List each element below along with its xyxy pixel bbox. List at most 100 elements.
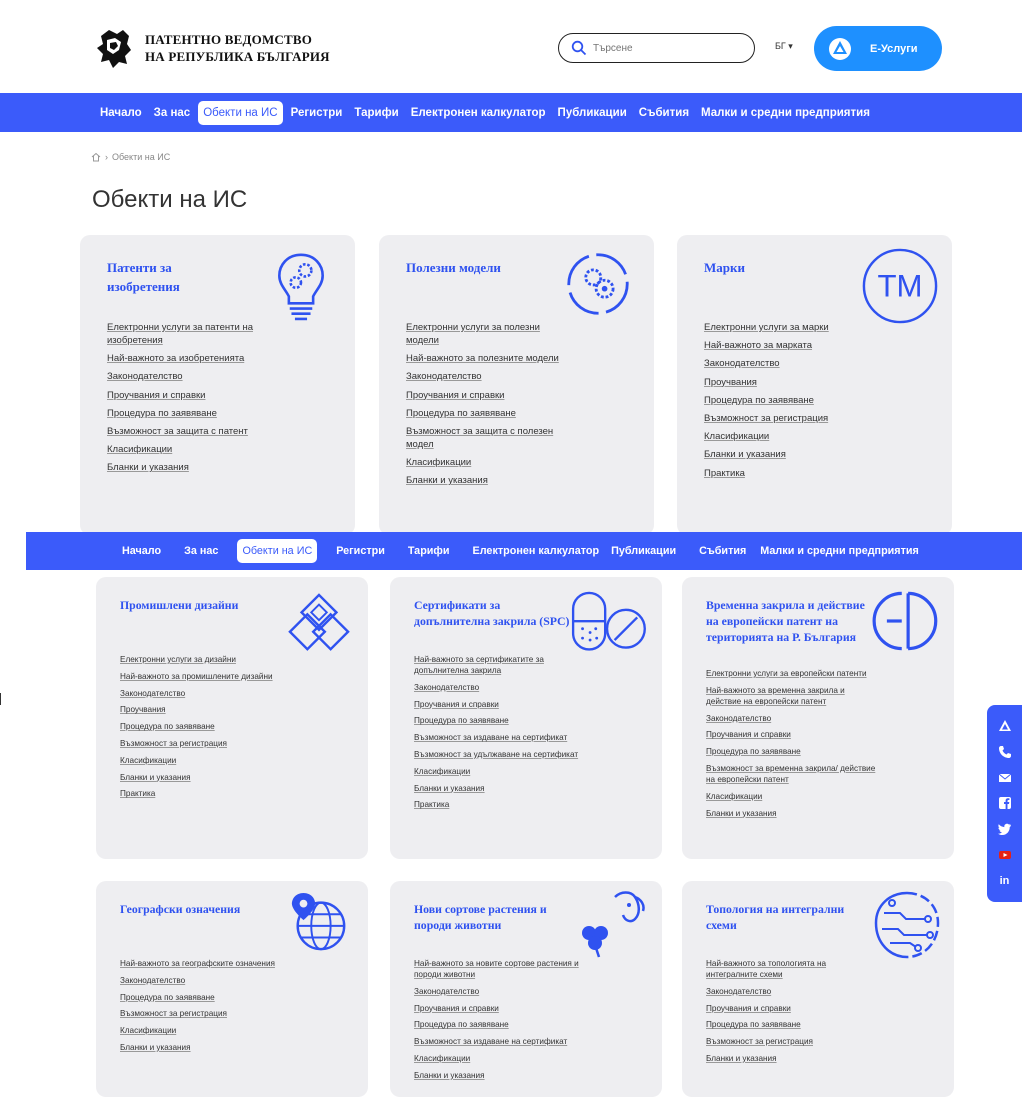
twitter-icon[interactable] (997, 822, 1012, 836)
card-link[interactable]: Процедура по заявяване (107, 407, 272, 420)
nav-item-calculator[interactable]: Електронен калкулатор (407, 107, 550, 119)
card-title[interactable]: Топология на интегрални схеми (706, 901, 846, 933)
card-title[interactable]: Патенти за изобретения (107, 258, 227, 296)
card-link[interactable]: Най-важното за сертификатите за допълнит… (414, 654, 584, 676)
card-link[interactable]: Проучвания и справки (706, 729, 876, 740)
card-link[interactable]: Процедура по заявяване (414, 715, 584, 726)
card-link[interactable]: Бланки и указания (706, 1053, 876, 1064)
nav-item-events[interactable]: Събития (695, 545, 750, 557)
card-link[interactable]: Бланки и указания (406, 474, 571, 487)
eservices-button[interactable]: Е-Услуги (814, 26, 942, 71)
card-title[interactable]: Промишлени дизайни (120, 597, 280, 613)
nav-item-fees[interactable]: Тарифи (404, 545, 454, 557)
card-link[interactable]: Класификации (414, 1053, 584, 1064)
card-link[interactable]: Най-важното за топологията на интегрални… (706, 958, 876, 980)
site-logo[interactable]: ПАТЕНТНО ВЕДОМСТВО НА РЕПУБЛИКА БЪЛГАРИЯ (93, 26, 330, 70)
nav-item-home[interactable]: Начало (118, 545, 165, 557)
nav-item-ip-objects[interactable]: Обекти на ИС (198, 100, 283, 125)
card-link[interactable]: Възможност за временна закрила/ действие… (706, 763, 876, 785)
card-link[interactable]: Законодателство (406, 370, 571, 383)
nav-item-ip-objects[interactable]: Обекти на ИС (237, 539, 318, 563)
card-link[interactable]: Най-важното за новите сортове растения и… (414, 958, 584, 980)
card-link[interactable]: Законодателство (706, 713, 876, 724)
card-link[interactable]: Възможност за регистрация (120, 738, 290, 749)
card-link[interactable]: Проучвания (704, 376, 869, 389)
nav-item-registers[interactable]: Регистри (287, 107, 347, 119)
card-patents[interactable]: Патенти за изобретения Електронни услуги… (80, 235, 355, 535)
nav-item-registers[interactable]: Регистри (332, 545, 389, 557)
nav-item-events[interactable]: Събития (635, 107, 693, 119)
card-link[interactable]: Бланки и указания (414, 1070, 584, 1081)
card-link[interactable]: Практика (414, 799, 584, 810)
nav-item-publications[interactable]: Публикации (607, 545, 680, 557)
nav-item-calculator[interactable]: Електронен калкулатор (469, 545, 604, 557)
card-integrated-circuits[interactable]: Топология на интегрални схеми Най-важнот… (682, 881, 954, 1097)
card-link[interactable]: Проучвания (120, 704, 290, 715)
card-link[interactable]: Електронни услуги за марки (704, 321, 869, 334)
card-link[interactable]: Проучвания и справки (414, 699, 584, 710)
card-link[interactable]: Най-важното за географските означения (120, 958, 290, 969)
card-spc[interactable]: Сертификати за допълнителна закрила (SPC… (390, 577, 662, 859)
card-utility-models[interactable]: Полезни модели Електронни услуги за поле… (379, 235, 654, 535)
card-link[interactable]: Практика (120, 788, 290, 799)
card-trademarks[interactable]: Марки TM Електронни услуги за марки Най-… (677, 235, 952, 535)
card-title[interactable]: Марки (704, 258, 824, 277)
card-european-patent[interactable]: Временна закрила и действие на европейск… (682, 577, 954, 859)
card-link[interactable]: Класификации (120, 1025, 290, 1036)
card-link[interactable]: Възможност за издаване на сертификат (414, 732, 584, 743)
nav-item-home[interactable]: Начало (96, 107, 146, 119)
search-input[interactable] (593, 42, 743, 54)
nav-item-sme[interactable]: Малки и средни предприятия (697, 107, 874, 119)
nav-item-about[interactable]: За нас (150, 107, 195, 119)
youtube-icon[interactable] (998, 848, 1012, 862)
card-link[interactable]: Електронни услуги за европейски патенти (706, 668, 876, 679)
card-link[interactable]: Най-важното за изобретенията (107, 352, 272, 365)
card-link[interactable]: Най-важното за временна закрила и действ… (706, 685, 876, 707)
card-link[interactable]: Процедура по заявяване (706, 1019, 876, 1030)
card-link[interactable]: Възможност за защита с полезен модел (406, 425, 571, 451)
card-link[interactable]: Проучвания и справки (706, 1003, 876, 1014)
eservices-icon[interactable] (998, 719, 1012, 733)
card-title[interactable]: Временна закрила и действие на европейск… (706, 597, 866, 645)
card-link[interactable]: Най-важното за полезните модели (406, 352, 571, 365)
card-link[interactable]: Бланки и указания (414, 783, 584, 794)
card-link[interactable]: Законодателство (414, 682, 584, 693)
card-link[interactable]: Практика (704, 467, 869, 480)
card-link[interactable]: Законодателство (120, 975, 290, 986)
card-industrial-designs[interactable]: Промишлени дизайни Електронни услуги за … (96, 577, 368, 859)
card-link[interactable]: Възможност за регистрация (704, 412, 869, 425)
card-link[interactable]: Класификации (704, 430, 869, 443)
card-link[interactable]: Бланки и указания (120, 1042, 290, 1053)
card-link[interactable]: Процедура по заявяване (704, 394, 869, 407)
nav-item-publications[interactable]: Публикации (554, 107, 631, 119)
card-link[interactable]: Бланки и указания (706, 808, 876, 819)
language-select[interactable]: БГ ▾ (775, 41, 793, 52)
card-link[interactable]: Електронни услуги за патенти на изобрете… (107, 321, 272, 347)
card-link[interactable]: Законодателство (414, 986, 584, 997)
card-link[interactable]: Законодателство (704, 357, 869, 370)
card-title[interactable]: Полезни модели (406, 258, 546, 277)
card-link[interactable]: Бланки и указания (107, 461, 272, 474)
card-link[interactable]: Проучвания и справки (414, 1003, 584, 1014)
card-link[interactable]: Класификации (706, 791, 876, 802)
card-geographical-indications[interactable]: Географски означения Най-важното за геог… (96, 881, 368, 1097)
card-link[interactable]: Класификации (107, 443, 272, 456)
card-link[interactable]: Възможност за издаване на сертификат (414, 1036, 584, 1047)
card-link[interactable]: Възможност за регистрация (706, 1036, 876, 1047)
card-plant-varieties[interactable]: Нови сортове растения и породи животни Н… (390, 881, 662, 1097)
card-link[interactable]: Процедура по заявяване (120, 992, 290, 1003)
card-link[interactable]: Законодателство (706, 986, 876, 997)
card-link[interactable]: Най-важното за промишлените дизайни (120, 671, 290, 682)
nav-item-about[interactable]: За нас (180, 545, 222, 557)
card-title[interactable]: Географски означения (120, 901, 290, 917)
card-link[interactable]: Възможност за регистрация (120, 1008, 290, 1019)
nav-item-fees[interactable]: Тарифи (350, 107, 402, 119)
card-link[interactable]: Класификации (414, 766, 584, 777)
card-link[interactable]: Електронни услуги за полезни модели (406, 321, 571, 347)
search-box[interactable] (558, 33, 755, 63)
phone-icon[interactable] (998, 745, 1012, 759)
card-link[interactable]: Процедура по заявяване (120, 721, 290, 732)
card-link[interactable]: Възможност за защита с патент (107, 425, 272, 438)
card-title[interactable]: Сертификати за допълнителна закрила (SPC… (414, 597, 574, 629)
card-link[interactable]: Класификации (406, 456, 571, 469)
